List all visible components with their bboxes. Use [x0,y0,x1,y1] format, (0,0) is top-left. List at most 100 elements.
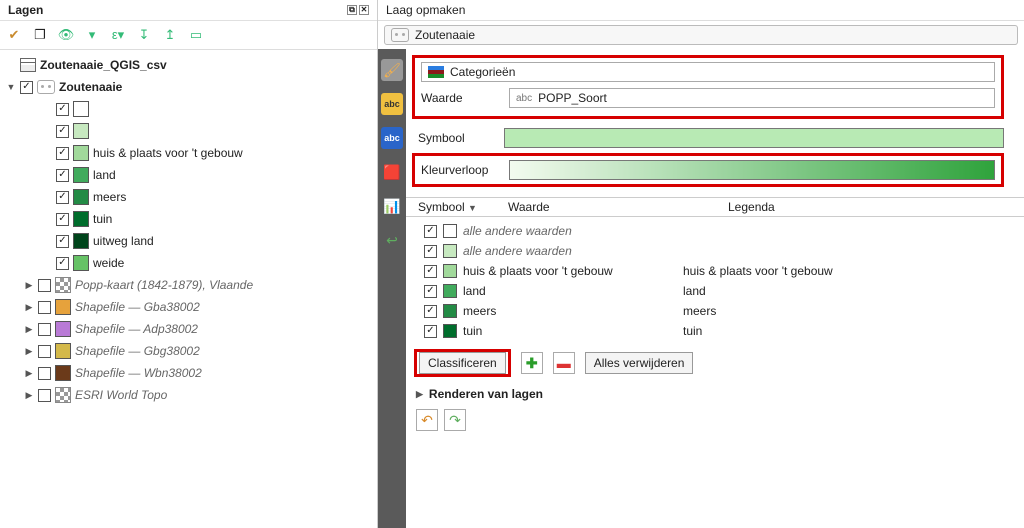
layer-item[interactable]: ▶ Shapefile — Wbn38002 [20,362,375,384]
layer-rendering-section[interactable]: ▶ Renderen van lagen [406,383,1024,405]
category-row[interactable]: huis & plaats voor 't gebouw huis & plaa… [424,261,1024,281]
layer-item[interactable]: ▶ ESRI World Topo [20,384,375,406]
col-symbol[interactable]: Symbool [418,200,465,214]
category-row[interactable]: alle andere waarden [424,221,1024,241]
layers-title-text: Lagen [8,3,43,17]
style-icon[interactable]: ✔ [4,25,24,45]
collapse-icon[interactable]: ↥ [160,25,180,45]
styling-title-text: Laag opmaken [386,3,465,17]
layer-item[interactable]: ▶ Shapefile — Gba38002 [20,296,375,318]
layers-tree[interactable]: Zoutenaaie_QGIS_csv ▼ Zoutenaaie huis & … [0,50,377,410]
layer-item[interactable]: ▶ Shapefile — Adp38002 [20,318,375,340]
category-item[interactable] [52,120,375,142]
remove-icon[interactable]: ▭ [186,25,206,45]
checkbox[interactable] [38,389,51,402]
category-grid[interactable]: alle andere waarden alle andere waarden … [406,219,1024,343]
color-swatch [443,284,457,298]
checkbox[interactable] [38,301,51,314]
checkbox[interactable] [424,325,437,338]
category-item[interactable]: uitweg land [52,230,375,252]
add-category-button[interactable]: ✚ [521,352,543,374]
category-item[interactable]: huis & plaats voor 't gebouw [52,142,375,164]
col-value[interactable]: Waarde [508,200,728,214]
checkbox[interactable] [38,279,51,292]
checkbox[interactable] [56,147,69,160]
checkbox[interactable] [424,305,437,318]
layers-panel-title: Lagen ⧉ ✕ [0,0,377,21]
highlight-renderer-field: Categorieën Waarde abc POPP_Soort [412,55,1004,119]
masks-tab-icon[interactable]: abc [381,127,403,149]
layer-item[interactable]: ▶ Popp-kaart (1842-1879), Vlaande [20,274,375,296]
checkbox[interactable] [56,191,69,204]
highlight-classify: Classificeren [414,349,511,377]
checkbox[interactable] [56,103,69,116]
3d-tab-icon[interactable]: 🟥 [381,161,403,183]
row-value: meers [463,304,677,318]
filter-icon[interactable]: ▾ [82,25,102,45]
checkbox[interactable] [56,213,69,226]
styling-tabs: 🖌 abc abc 🟥 📊 ↩ [378,49,406,528]
category-row[interactable]: alle andere waarden [424,241,1024,261]
category-item[interactable]: land [52,164,375,186]
expression-icon[interactable]: ε▾ [108,25,128,45]
diagram-tab-icon[interactable]: 📊 [381,195,403,217]
row-value: alle andere waarden [463,244,677,258]
close-icon[interactable]: ✕ [359,5,369,15]
layer-item[interactable]: ▶ Shapefile — Gbg38002 [20,340,375,362]
layer-csv[interactable]: Zoutenaaie_QGIS_csv [2,54,375,76]
col-legend[interactable]: Legenda [728,200,775,214]
remove-category-button[interactable]: ▬ [553,352,575,374]
checkbox[interactable] [56,257,69,270]
category-item[interactable]: weide [52,252,375,274]
category-label: meers [93,190,126,204]
color-swatch [73,101,89,117]
checkbox[interactable] [56,169,69,182]
color-ramp-selector[interactable] [509,160,995,180]
color-swatch [443,264,457,278]
layer-styling-panel: Laag opmaken Zoutenaaie 🖌 abc abc 🟥 📊 ↩ … [378,0,1024,528]
undo-button[interactable]: ↶ [416,409,438,431]
color-swatch [55,299,71,315]
redo-button[interactable]: ↷ [444,409,466,431]
layer-label: Shapefile — Wbn38002 [75,366,202,380]
checkbox[interactable] [56,235,69,248]
category-item[interactable]: tuin [52,208,375,230]
layers-toolbar: ✔ ❐ 👁 ▾ ε▾ ↧ ↥ ▭ [0,21,377,50]
checkbox[interactable] [424,245,437,258]
category-label: tuin [93,212,112,226]
layer-selector[interactable]: Zoutenaaie [384,25,1018,45]
checkbox[interactable] [38,367,51,380]
checkbox[interactable] [38,323,51,336]
symbol-preview[interactable] [504,128,1004,148]
field-type-icon: abc [516,93,532,104]
category-row[interactable]: land land [424,281,1024,301]
category-row[interactable]: tuin tuin [424,321,1024,341]
value-label: Waarde [421,91,501,105]
checkbox[interactable] [56,125,69,138]
delete-all-button[interactable]: Alles verwijderen [585,352,694,374]
add-group-icon[interactable]: ❐ [30,25,50,45]
category-row[interactable]: meers meers [424,301,1024,321]
category-item[interactable] [52,98,375,120]
symbology-tab-icon[interactable]: 🖌 [381,59,403,81]
checkbox[interactable] [424,225,437,238]
category-label: uitweg land [93,234,154,248]
history-tab-icon[interactable]: ↩ [381,229,403,251]
category-item[interactable]: meers [52,186,375,208]
color-swatch [443,244,457,258]
checkbox[interactable] [424,285,437,298]
raster-icon [55,277,71,293]
styling-title: Laag opmaken [378,0,1024,21]
renderer-selector[interactable]: Categorieën [421,62,995,82]
classify-button[interactable]: Classificeren [419,352,506,374]
expand-icon[interactable]: ↧ [134,25,154,45]
layer-group[interactable]: ▼ Zoutenaaie [2,76,375,98]
value-field-selector[interactable]: abc POPP_Soort [509,88,995,108]
checkbox[interactable] [38,345,51,358]
visibility-icon[interactable]: 👁 [56,25,76,45]
undock-icon[interactable]: ⧉ [347,5,357,15]
checkbox[interactable] [20,81,33,94]
row-legend: land [683,284,706,298]
checkbox[interactable] [424,265,437,278]
labels-tab-icon[interactable]: abc [381,93,403,115]
